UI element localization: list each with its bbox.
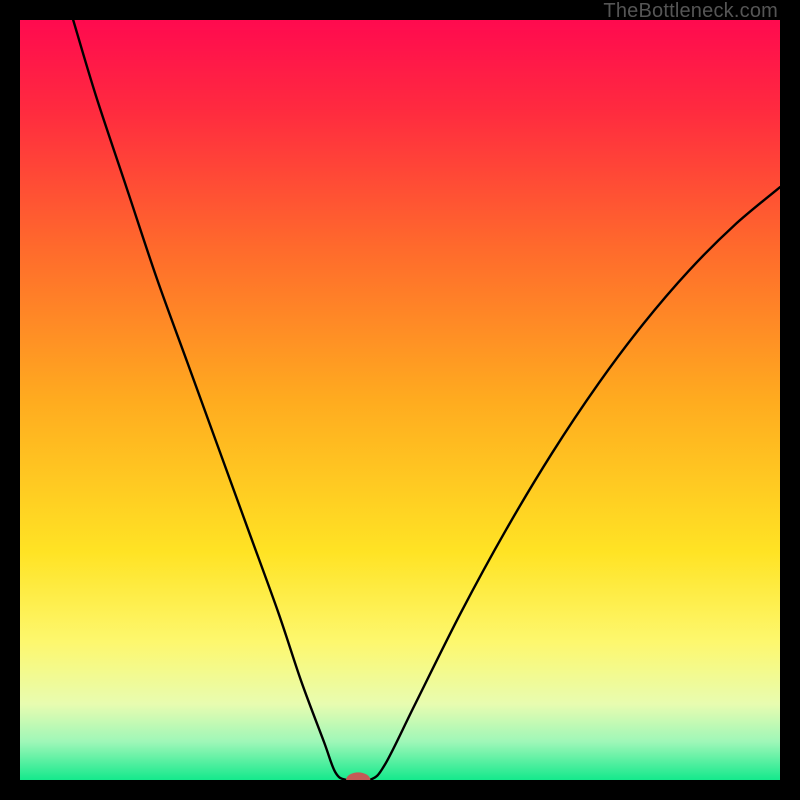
chart-frame [0, 0, 800, 800]
watermark-text: TheBottleneck.com [603, 0, 778, 23]
